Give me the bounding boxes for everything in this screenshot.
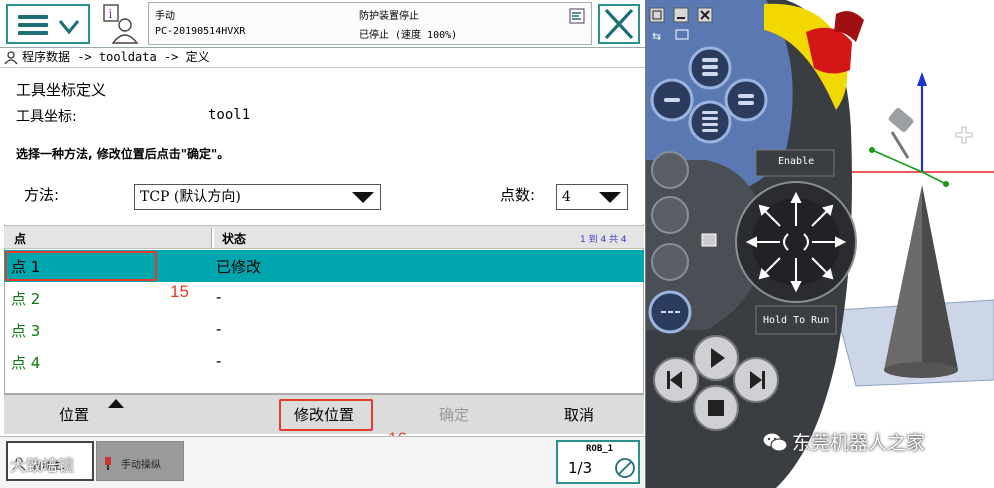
step-back-icon[interactable] [654,358,698,402]
window-controls[interactable] [650,8,712,22]
stop-icon[interactable] [694,386,738,430]
chevron-up-icon [108,399,124,408]
column-separator[interactable] [211,228,214,248]
program-state: 已停止 (速度 100%) [359,30,458,41]
rob-fraction: 1/3 [568,459,593,477]
cancel-label: 取消 [563,406,594,424]
step-forward-icon[interactable] [734,358,778,402]
ok-button[interactable]: 确定 [404,395,504,435]
abb-menu-button[interactable] [6,4,90,44]
table-row[interactable]: 点 3 - [4,314,644,346]
dropdown-arrow-icon [599,192,621,203]
task-label: 手动操纵 [121,460,161,471]
joystick[interactable] [736,182,856,302]
tool-value: tool1 [208,107,251,123]
annotation-box-15 [5,251,157,281]
method-label: 方法: [24,186,60,204]
table-row[interactable]: 点 4 - [4,346,644,378]
user-info-icon[interactable]: i [98,3,142,45]
points-label: 点数: [500,186,536,204]
event-log-icon [569,8,585,24]
chevron-down-icon [58,20,80,35]
taskbar: 自动生... 手动操纵 [0,436,645,488]
pendant-hardware-panel: ⇆ Enable Hold To Run [646,0,994,488]
ok-label: 确定 [438,406,469,424]
annotation-15: 15 [170,282,189,301]
position-label: 位置 [58,406,89,424]
column-status: 状态 [222,232,247,246]
points-selected: 4 [562,189,571,205]
tool-label: 工具坐标: [16,109,77,125]
dropdown-arrow-icon [352,192,374,203]
safety-state: 防护装置停止 [359,11,419,22]
program-data-icon [4,51,18,65]
svg-text:i: i [109,7,113,21]
enable-label: Enable [778,156,815,167]
quickset-rob-button[interactable]: ROB_1 1/3 [556,440,640,484]
svg-text:⇆: ⇆ [652,30,661,43]
operating-mode: 手动 [155,11,175,22]
hold-to-run-label: Hold To Run [763,315,830,326]
annotation-box-16 [279,399,373,431]
table-row[interactable]: 点 2 - [4,282,644,314]
rob-name: ROB_1 [586,444,614,454]
status-panel[interactable]: 手动 PC-20190514HVXR 防护装置停止 已停止 (速度 100%) [148,2,592,45]
points-dropdown[interactable]: 4 [556,184,628,210]
point-status: 已修改 [216,258,262,276]
point-status: - [216,352,222,370]
emergency-stop-button[interactable] [806,28,852,72]
watermark-left: 大致培镜 [10,456,75,475]
watermark-right: 东莞机器人之家 [792,432,926,454]
breadcrumb: 程序数据 -> tooldata -> 定义 [0,48,645,68]
close-icon [604,8,634,40]
close-button[interactable] [598,4,640,44]
task-jogging[interactable]: 手动操纵 [96,441,184,481]
page-title: 工具坐标定义 [16,81,107,99]
table-header: 点 状态 1 到 4 共 4 [4,225,644,249]
point-name: 点 4 [11,354,41,372]
menu-icon [18,15,48,35]
point-status: - [216,320,222,338]
top-bar: i 手动 PC-20190514HVXR 防护装置停止 已停止 (速度 100%… [0,0,645,48]
controller-name: PC-20190514HVXR [155,26,246,37]
method-dropdown[interactable]: TCP (默认方向) [134,184,381,210]
instruction-text: 选择一种方法, 修改位置后点击"确定"。 [16,147,230,161]
jogging-icon [105,457,111,470]
column-point: 点 [14,232,27,246]
method-selected: TCP (默认方向) [140,189,241,205]
point-name: 点 2 [11,290,41,308]
wechat-icon [762,432,788,452]
point-status: - [216,288,222,306]
flexpendant-screen: i 手动 PC-20190514HVXR 防护装置停止 已停止 (速度 100%… [0,0,646,488]
breadcrumb-text: 程序数据 -> tooldata -> 定义 [22,50,210,64]
point-name: 点 3 [11,322,41,340]
cancel-button[interactable]: 取消 [514,395,644,435]
table-pager: 1 到 4 共 4 [580,235,627,245]
speed-gauge-icon [615,458,635,478]
